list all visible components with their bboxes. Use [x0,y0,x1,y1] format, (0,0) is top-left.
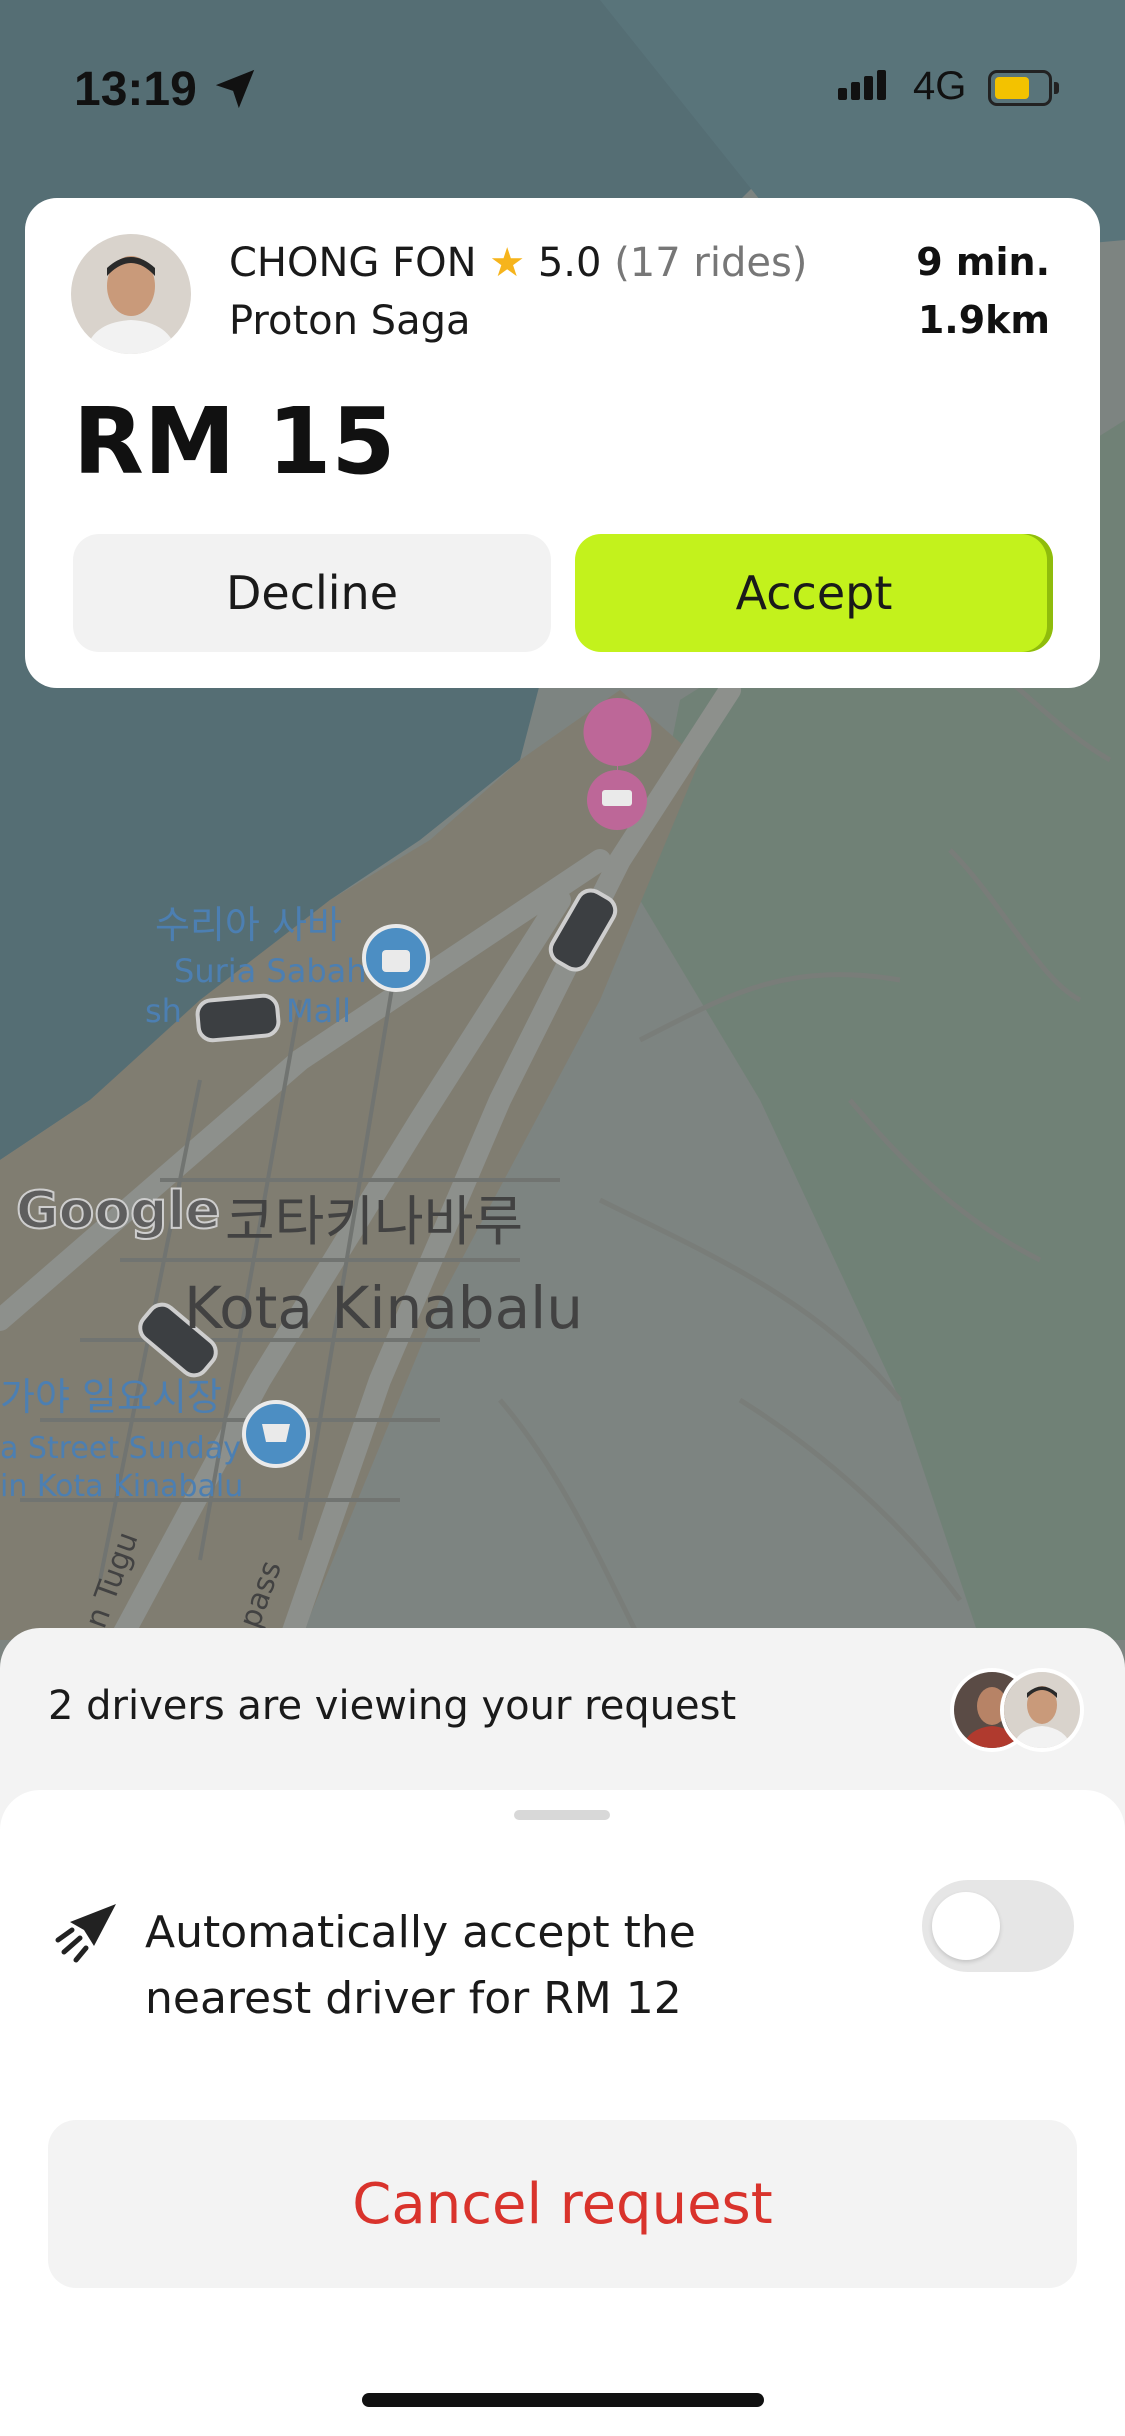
request-bottom-sheet: 2 drivers are viewing your request Autom… [0,1628,1125,2436]
distance: 1.9km [917,298,1050,342]
status-time: 13:19 [74,63,197,116]
accept-button[interactable]: Accept [575,534,1053,652]
driver-info-line: CHONG FON ★ 5.0 (17 rides) [229,240,807,286]
driver-rides-count: (17 rides) [614,240,808,286]
network-type: 4G [913,64,967,108]
battery-icon [988,70,1059,106]
toggle-knob [932,1892,1000,1960]
location-arrow-icon [215,69,255,109]
drag-handle[interactable] [514,1810,610,1820]
driver-avatar [71,234,191,354]
status-bar: 13:19 4G [0,52,1125,132]
driver-offer-card: CHONG FON ★ 5.0 (17 rides) Proton Saga 9… [25,198,1100,688]
auto-accept-panel: Automatically accept the nearest driver … [0,1790,1125,2436]
decline-button[interactable]: Decline [73,534,551,652]
star-icon: ★ [489,240,526,286]
eta: 9 min. [916,240,1050,284]
offer-price: RM 15 [73,388,396,495]
signal-icon [838,70,890,100]
home-indicator [362,2393,764,2407]
viewer-avatar [1000,1668,1084,1752]
auto-accept-label: Automatically accept the nearest driver … [145,1907,696,2024]
auto-accept-icon [55,1904,116,1963]
viewing-drivers-text: 2 drivers are viewing your request [48,1683,737,1729]
driver-name: CHONG FON [229,240,477,286]
car-model: Proton Saga [229,298,471,344]
driver-rating: 5.0 [537,240,602,286]
cancel-request-button[interactable]: Cancel request [48,2120,1077,2288]
auto-accept-toggle[interactable] [922,1880,1074,1972]
